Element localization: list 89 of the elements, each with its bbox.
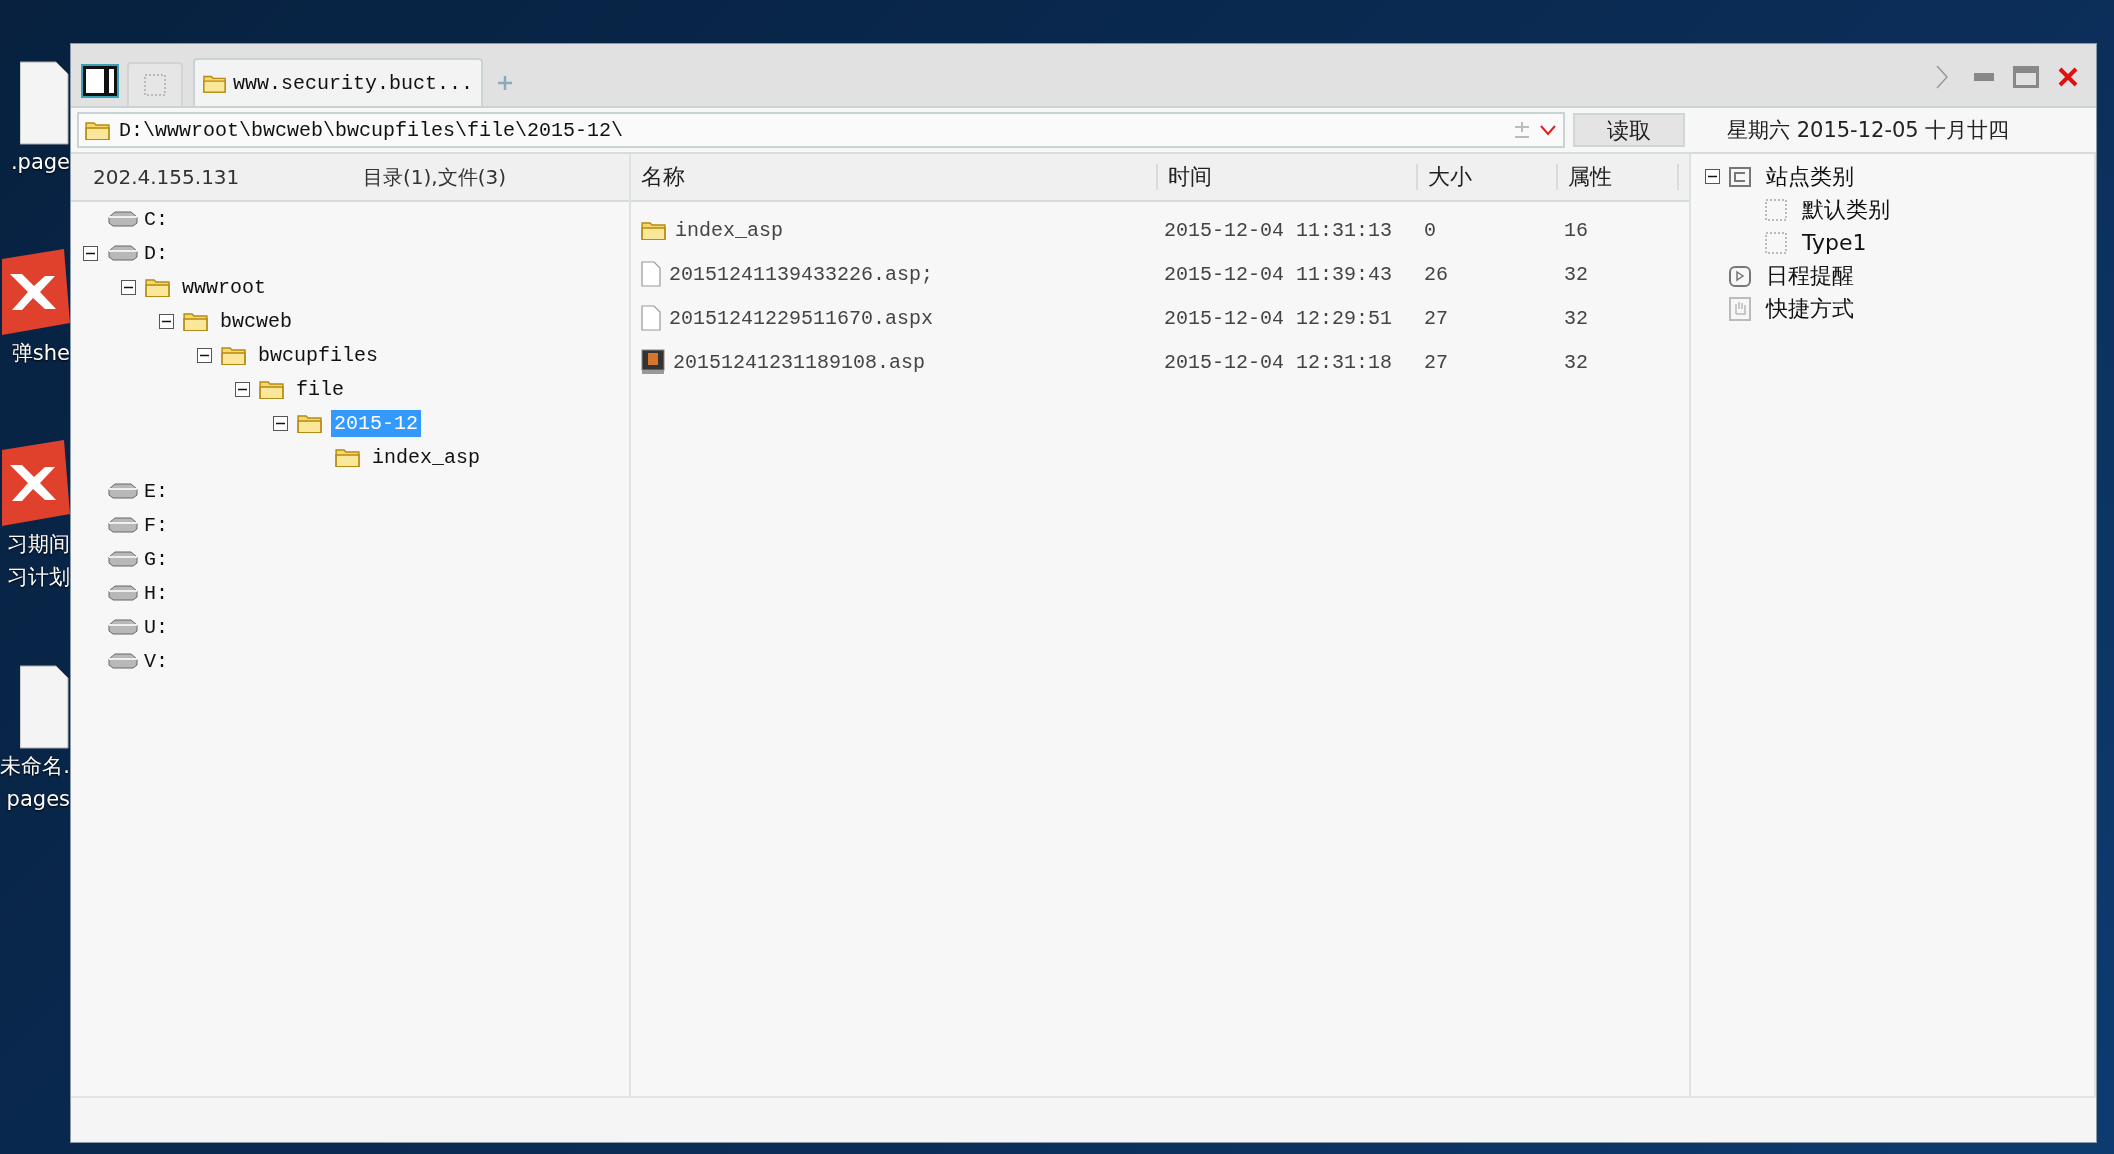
file-name[interactable]: 20151241231189108.asp bbox=[673, 350, 926, 374]
file-name[interactable]: 20151241229511670.aspx bbox=[669, 306, 934, 330]
folder-icon bbox=[335, 446, 361, 468]
dropdown-chevron-icon[interactable] bbox=[1539, 124, 1557, 136]
collapse-icon[interactable] bbox=[121, 279, 136, 295]
drive-icon bbox=[107, 653, 139, 669]
drive-icon bbox=[107, 585, 139, 601]
table-cell-text: 32 bbox=[1563, 262, 1589, 286]
tree-item[interactable]: index_asp bbox=[369, 443, 484, 471]
column-header[interactable]: 属性 bbox=[1558, 164, 1679, 190]
file-name[interactable]: 20151241139433226.asp; bbox=[669, 262, 934, 286]
desktop-icon-label[interactable]: pages bbox=[6, 783, 70, 816]
table-cell-text: 0 bbox=[1423, 218, 1437, 242]
tree-item[interactable]: E: bbox=[141, 477, 171, 505]
table-cell-text: 2015-12-04 12:31:18 bbox=[1163, 350, 1394, 374]
date-text: 星期六 2015-12-05 十月廿四 bbox=[1726, 117, 2011, 144]
collapse-icon[interactable] bbox=[273, 415, 288, 431]
item-count: 目录(1),文件(3) bbox=[362, 163, 508, 191]
tree-item[interactable]: G: bbox=[141, 545, 171, 573]
script-file-icon bbox=[641, 349, 665, 375]
play-icon bbox=[1729, 264, 1751, 287]
host-address: 202.4.155.131 bbox=[92, 165, 241, 189]
table-cell-text: 27 bbox=[1423, 306, 1449, 330]
desktop-icon-label[interactable]: 未命名. bbox=[0, 750, 70, 783]
read-button[interactable]: 读取 bbox=[1573, 113, 1685, 147]
folder-icon bbox=[641, 219, 667, 241]
column-header[interactable]: 大小 bbox=[1418, 164, 1558, 190]
desktop-icon-label[interactable]: 习期间 bbox=[7, 528, 70, 561]
path-field[interactable]: D:\wwwroot\bwcweb\bwcupfiles\file\2015-12\ bbox=[77, 112, 1565, 148]
dotted-square-icon bbox=[1765, 231, 1787, 254]
column-header[interactable]: 时间 bbox=[1158, 164, 1418, 190]
table-cell-text: 2015-12-04 12:29:51 bbox=[1163, 306, 1394, 330]
panel-toggle-button[interactable] bbox=[83, 66, 117, 96]
tree-item[interactable]: bwcweb bbox=[217, 307, 295, 335]
desktop-icon-label[interactable]: .page bbox=[10, 146, 70, 179]
table-cell-text: 27 bbox=[1423, 350, 1449, 374]
collapse-icon[interactable] bbox=[159, 313, 174, 329]
drive-icon bbox=[107, 517, 139, 533]
tree-item[interactable]: 站点类别 bbox=[1763, 159, 1857, 194]
tree-item[interactable]: D: bbox=[141, 239, 171, 267]
drive-icon bbox=[107, 211, 139, 227]
chevron-right-icon bbox=[1935, 64, 1949, 90]
dotted-square-icon bbox=[1765, 198, 1787, 221]
tree-item[interactable]: 默认类别 bbox=[1799, 192, 1893, 227]
drive-icon bbox=[107, 483, 139, 499]
collapse-icon[interactable] bbox=[1705, 169, 1720, 184]
folder-icon bbox=[297, 412, 323, 434]
maximize-icon bbox=[2013, 66, 2039, 88]
collapse-icon[interactable] bbox=[235, 381, 250, 397]
table-cell-text: 32 bbox=[1563, 306, 1589, 330]
table-cell-text: 26 bbox=[1423, 262, 1449, 286]
table-cell-text: 2015-12-04 11:31:13 bbox=[1163, 218, 1394, 242]
tree-item[interactable]: F: bbox=[141, 511, 171, 539]
folder-icon bbox=[145, 276, 171, 298]
tree-item[interactable]: 快捷方式 bbox=[1763, 291, 1857, 326]
desktop-icon-label[interactable]: 弹she bbox=[11, 337, 70, 370]
tab[interactable]: www.security.buct... bbox=[193, 58, 483, 106]
folder-icon bbox=[259, 378, 285, 400]
category-icon bbox=[1729, 166, 1751, 187]
minimize-icon bbox=[1974, 73, 1994, 81]
folder-icon bbox=[221, 344, 247, 366]
file-icon bbox=[641, 261, 661, 287]
tree-item[interactable]: bwcupfiles bbox=[255, 341, 382, 369]
tree-item[interactable]: C: bbox=[141, 205, 171, 233]
table-cell-text: 2015-12-04 11:39:43 bbox=[1163, 262, 1394, 286]
tree-item[interactable]: H: bbox=[141, 579, 171, 607]
drive-icon bbox=[107, 551, 139, 567]
drive-icon bbox=[107, 245, 139, 261]
tree-item[interactable]: 日程提醒 bbox=[1763, 258, 1857, 293]
file-icon bbox=[641, 305, 661, 331]
collapse-icon[interactable] bbox=[197, 347, 212, 363]
dotted-square-icon bbox=[143, 73, 167, 97]
desktop-icon-label[interactable]: 习计划 bbox=[7, 561, 70, 594]
tree-item[interactable]: V: bbox=[141, 647, 171, 675]
tree-item[interactable]: file bbox=[293, 375, 347, 403]
tree-item[interactable]: U: bbox=[141, 613, 171, 641]
table-cell-text: 32 bbox=[1563, 350, 1589, 374]
hand-icon bbox=[1729, 296, 1751, 321]
drive-icon bbox=[107, 619, 139, 635]
tree-item[interactable]: Type1 bbox=[1799, 228, 1870, 257]
column-header[interactable]: 名称 bbox=[631, 164, 1158, 190]
folder-icon bbox=[85, 119, 111, 141]
collapse-icon[interactable] bbox=[83, 245, 98, 261]
folder-icon bbox=[183, 310, 209, 332]
tree-item[interactable]: wwwroot bbox=[179, 273, 269, 301]
file-name[interactable]: index_asp bbox=[675, 218, 784, 242]
table-cell-text: 16 bbox=[1563, 218, 1589, 242]
close-icon bbox=[2058, 67, 2078, 87]
plus-icon bbox=[497, 75, 513, 91]
